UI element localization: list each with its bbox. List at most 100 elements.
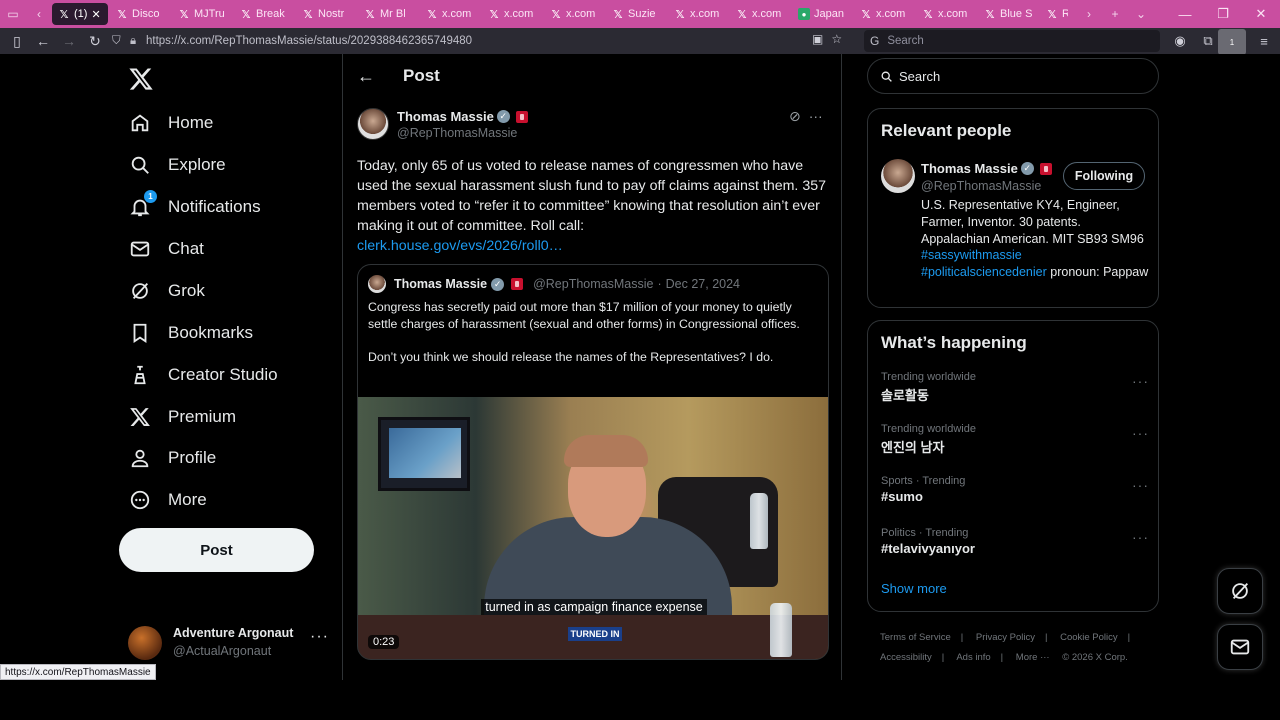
following-button[interactable]: Following xyxy=(1063,162,1145,190)
url-bar[interactable]: ⛉ 🔒︎ https://x.com/RepThomasMassie/statu… xyxy=(112,30,860,52)
avatar[interactable] xyxy=(881,159,915,193)
more-dots-icon[interactable]: ··· xyxy=(1132,529,1149,545)
browser-tab[interactable]: 𝕏 Break xyxy=(234,3,294,25)
reload-icon[interactable]: ↻ xyxy=(82,28,108,54)
grok-icon[interactable]: ⊘ xyxy=(789,108,801,125)
nav-profile[interactable]: Profile xyxy=(128,440,216,476)
nav-chat[interactable]: Chat xyxy=(128,231,204,267)
menu-hamburger-icon[interactable]: ≡ xyxy=(1250,28,1278,54)
footer-links: Terms of Service | Privacy Policy | Cookie… xyxy=(880,632,1131,663)
browser-tab[interactable]: 𝕏 Suzie xyxy=(606,3,666,25)
post-button[interactable]: Post xyxy=(119,528,314,572)
relevant-person-handle[interactable]: @RepThomasMassie xyxy=(921,179,1041,193)
quoted-tweet[interactable]: Thomas Massie ✓ @RepThomasMassie · Dec 2… xyxy=(357,264,829,660)
lock-icon[interactable]: 🔒︎ xyxy=(130,35,146,48)
more-dots-icon[interactable]: ··· xyxy=(1132,477,1149,493)
footer-link[interactable]: Terms of Service xyxy=(880,632,951,643)
account-switcher[interactable]: Adventure Argonaut @ActualArgonaut ··· xyxy=(128,624,328,664)
ublock-icon[interactable]: u1 xyxy=(1218,28,1250,55)
browser-tab[interactable]: 𝕏R xyxy=(1040,3,1074,25)
close-window-icon[interactable]: ✕ xyxy=(1242,0,1280,28)
trend-item[interactable]: Sports · Trending #sumo ··· xyxy=(881,475,1149,504)
browser-tab[interactable]: 𝕏 Blue S xyxy=(978,3,1038,25)
tweet-handle[interactable]: @RepThomasMassie xyxy=(397,126,517,140)
more-dots-icon[interactable]: ··· xyxy=(310,628,329,646)
grok-float-button[interactable] xyxy=(1217,568,1263,614)
more-dots-icon[interactable]: ··· xyxy=(1132,425,1149,441)
nav-grok[interactable]: Grok xyxy=(128,273,205,309)
back-arrow-icon[interactable]: ← xyxy=(357,66,377,86)
browser-tab[interactable]: 𝕏x.com xyxy=(916,3,976,25)
browser-tab[interactable]: 𝕏x.com xyxy=(420,3,480,25)
more-dots-icon[interactable]: ··· xyxy=(1132,373,1149,389)
post-header: ← Post xyxy=(343,54,843,98)
tweet-link[interactable]: clerk.house.gov/evs/2026/roll0… xyxy=(357,236,827,256)
browser-tab[interactable]: 𝕏 (1) ✕ xyxy=(52,3,108,25)
list-tabs-chevron-icon[interactable]: ⌄ xyxy=(1128,0,1154,28)
whats-happening-title: What’s happening xyxy=(881,333,1027,352)
reader-view-icon[interactable]: ▣ xyxy=(812,32,823,46)
messages-float-button[interactable] xyxy=(1217,624,1263,670)
url-text[interactable]: https://x.com/RepThomasMassie/status/202… xyxy=(146,35,472,47)
footer-link[interactable]: More ··· xyxy=(1016,652,1050,663)
browser-tab[interactable]: 𝕏 Nostr xyxy=(296,3,356,25)
footer-link[interactable]: Ads info xyxy=(956,652,990,663)
trend-item[interactable]: Politics · Trending #telavivyanıyor ··· xyxy=(881,527,1149,556)
tweet-author[interactable]: Thomas Massie ✓ xyxy=(397,109,528,124)
minimize-icon[interactable]: — xyxy=(1166,0,1204,28)
search-input[interactable]: Search xyxy=(867,58,1159,94)
nav-premium[interactable]: Premium xyxy=(128,399,236,435)
footer-link[interactable]: Accessibility xyxy=(880,652,932,663)
relevant-person-name[interactable]: Thomas Massie ✓ xyxy=(921,161,1052,176)
verified-badge-icon: ✓ xyxy=(491,277,505,291)
browser-tab[interactable]: 𝕏x.com xyxy=(482,3,542,25)
browser-tab[interactable]: 𝕏x.com xyxy=(668,3,728,25)
grok-icon xyxy=(128,279,152,303)
more-dots-icon[interactable]: ··· xyxy=(809,108,823,125)
nav-bookmarks[interactable]: Bookmarks xyxy=(128,315,253,351)
browser-tab[interactable]: 𝕏 MJTru xyxy=(172,3,232,25)
footer-link[interactable]: Privacy Policy xyxy=(976,632,1035,643)
hashtag-link[interactable]: #politicalsciencedenier xyxy=(921,265,1047,279)
trend-item[interactable]: Trending worldwide 엔진의 남자 ··· xyxy=(881,423,1149,456)
browser-tab[interactable]: ● Japan xyxy=(792,3,852,25)
browser-tab[interactable]: 𝕏 Mr Bl xyxy=(358,3,418,25)
tab-scroll-left-icon[interactable]: ‹ xyxy=(26,0,52,28)
close-tab-icon[interactable]: ✕ xyxy=(91,8,100,21)
bookmark-icon xyxy=(128,321,152,345)
hashtag-link[interactable]: #sassywithmassie xyxy=(921,248,1022,262)
nav-notifications[interactable]: 1 Notifications xyxy=(128,189,261,225)
forward-arrow-icon[interactable]: → xyxy=(56,28,82,54)
new-tab-icon[interactable]: + xyxy=(1102,0,1128,28)
nav-home[interactable]: Home xyxy=(128,105,213,141)
tab-overview-icon[interactable]: ▭ xyxy=(0,0,26,28)
shield-icon[interactable]: ⛉ xyxy=(112,35,130,48)
browser-search-field[interactable]: G Search xyxy=(864,30,1160,52)
footer-link[interactable]: Cookie Policy xyxy=(1060,632,1118,643)
avatar[interactable] xyxy=(357,108,389,140)
x-favicon-icon: 𝕏 xyxy=(117,8,127,21)
account-icon[interactable]: ◉ xyxy=(1166,28,1194,54)
x-favicon-icon: 𝕏 xyxy=(675,8,685,21)
browser-tab[interactable]: 𝕏x.com xyxy=(854,3,914,25)
browser-tab[interactable]: 𝕏 Disco xyxy=(110,3,170,25)
nav-explore[interactable]: Explore xyxy=(128,147,226,183)
video-nameplate: TURNED IN xyxy=(568,627,622,641)
trend-item[interactable]: Trending worldwide 솔로활동 ··· xyxy=(881,371,1149,404)
browser-tab[interactable]: 𝕏x.com xyxy=(544,3,604,25)
show-more-link[interactable]: Show more xyxy=(881,581,947,596)
x-logo-icon[interactable] xyxy=(128,66,154,92)
tab-scroll-right-icon[interactable]: › xyxy=(1076,0,1102,28)
restore-icon[interactable]: ❐ xyxy=(1204,0,1242,28)
x-page: Home Explore 1 Notifications Chat Grok B… xyxy=(0,54,1280,680)
nav-creator-studio[interactable]: Creator Studio xyxy=(128,357,278,393)
browser-tab[interactable]: 𝕏x.com xyxy=(730,3,790,25)
bookmark-star-icon[interactable]: ☆ xyxy=(831,32,842,46)
x-favicon-icon: 𝕏 xyxy=(241,8,251,21)
search-icon xyxy=(128,153,152,177)
back-arrow-icon[interactable]: ← xyxy=(30,28,56,54)
sidebar-toggle-icon[interactable]: ▯ xyxy=(4,28,30,54)
nav-more[interactable]: More xyxy=(128,482,207,518)
home-icon xyxy=(128,111,152,135)
video-player[interactable]: turned in as campaign finance expense TU… xyxy=(358,397,828,659)
